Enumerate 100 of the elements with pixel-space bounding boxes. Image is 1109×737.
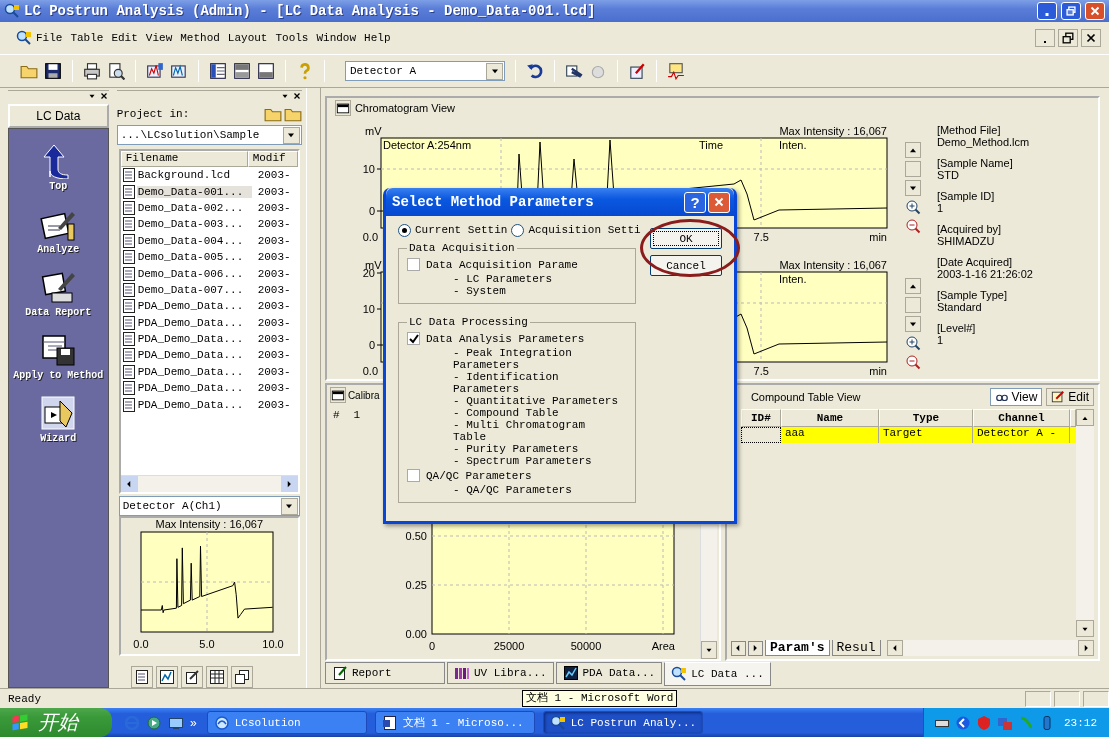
zoom-in-icon[interactable] (904, 199, 921, 215)
scroll-up-button[interactable] (904, 278, 921, 294)
menu-item[interactable]: Table (66, 30, 108, 46)
close-icon[interactable] (98, 91, 109, 101)
channel-dropdown[interactable]: Detector A(Ch1) (118, 496, 300, 516)
file-name[interactable]: Demo_Data-002... (136, 201, 252, 214)
file-name[interactable]: Demo_Data-003... (136, 218, 252, 231)
project-path-dropdown[interactable]: ...\LCsolution\Sample (116, 125, 302, 145)
layout-icon[interactable] (209, 62, 227, 80)
taskbar-button[interactable]: LCsolution (206, 711, 367, 734)
window-icon[interactable] (334, 100, 351, 116)
table-tab-icon[interactable] (205, 666, 228, 688)
undo-icon[interactable] (526, 62, 544, 80)
horizontal-scrollbar[interactable] (120, 475, 298, 493)
ok-button[interactable]: OK (650, 228, 722, 249)
close-icon[interactable] (291, 91, 302, 101)
chart-icon[interactable] (170, 62, 188, 80)
scroll-up-button[interactable] (904, 142, 921, 158)
file-name[interactable]: PDA_Demo_Data... (136, 316, 252, 329)
radio-button[interactable] (511, 223, 525, 237)
printer-icon[interactable] (83, 62, 101, 80)
menu-item[interactable]: Tools (271, 30, 313, 46)
document-tab[interactable]: PDA Data... (555, 662, 663, 684)
chart-tab-icon[interactable] (155, 666, 178, 688)
file-name[interactable]: PDA_Demo_Data... (136, 349, 252, 362)
view-button[interactable]: View (989, 388, 1043, 406)
restore-button[interactable] (1058, 29, 1078, 47)
column-header[interactable]: Name (780, 409, 879, 427)
table-row[interactable]: aaa Target Detector A - (780, 427, 1076, 443)
zoom-out-icon[interactable] (904, 354, 921, 370)
tray-icon[interactable] (955, 714, 971, 731)
layout-icon[interactable] (257, 62, 275, 80)
file-name[interactable]: PDA_Demo_Data... (136, 398, 252, 411)
sheet-next-button[interactable] (747, 640, 763, 656)
sheet-tab[interactable]: Resul (831, 640, 881, 656)
file-name[interactable]: Demo_Data-001... (136, 185, 252, 198)
panel-header[interactable]: LC Data (8, 104, 109, 128)
menu-item[interactable]: Edit (107, 30, 142, 46)
column-header[interactable]: Modif (247, 151, 298, 167)
menu-item[interactable]: View (141, 30, 177, 46)
menu-item[interactable]: File (32, 30, 67, 46)
nav-button[interactable]: Apply to Method (10, 332, 107, 381)
column-header[interactable]: Filename (120, 151, 248, 167)
nav-button[interactable]: Data Report (10, 269, 107, 318)
edit-tool-icon[interactable] (628, 62, 646, 80)
chart-icon[interactable] (146, 62, 164, 80)
checkbox-label[interactable]: Data Analysis Parameters (426, 332, 585, 345)
file-name[interactable]: PDA_Demo_Data... (136, 382, 252, 395)
file-name[interactable]: Demo_Data-005... (136, 251, 252, 264)
edit-tab-icon[interactable] (180, 666, 203, 688)
menu-item[interactable]: Window (312, 30, 361, 46)
checkbox[interactable] (407, 258, 420, 271)
layout-icon[interactable] (233, 62, 251, 80)
edit-button[interactable]: Edit (1046, 388, 1094, 406)
nav-button[interactable]: Top (10, 143, 107, 192)
vertical-scrollbar[interactable] (1076, 409, 1094, 637)
print-preview-icon[interactable] (107, 62, 125, 80)
copy-tab-icon[interactable] (230, 666, 253, 688)
column-header[interactable]: ID# (740, 409, 781, 427)
menu-item[interactable]: Method (176, 30, 224, 46)
scroll-down-button[interactable] (904, 180, 921, 196)
more-chevron[interactable]: » (190, 715, 197, 730)
detector-dropdown[interactable]: Detector A (345, 61, 505, 81)
zoom-in-icon[interactable] (904, 335, 921, 351)
checkbox[interactable] (407, 332, 420, 345)
scroll-down-button[interactable] (904, 316, 921, 332)
checkbox[interactable] (407, 469, 420, 482)
checkbox-label[interactable]: QA/QC Parameters (426, 469, 532, 482)
column-header[interactable]: Type (878, 409, 973, 427)
document-tool-icon[interactable] (565, 62, 583, 80)
menu-item[interactable]: Help (360, 30, 395, 46)
file-name[interactable]: PDA_Demo_Data... (136, 300, 252, 313)
taskbar-button[interactable]: 文档 1 - Microso... (374, 711, 535, 734)
focus-cell[interactable] (740, 427, 781, 443)
column-header[interactable]: Channel (972, 409, 1070, 427)
start-button[interactable]: 开始 (0, 708, 112, 737)
sheet-prev-button[interactable] (730, 640, 746, 656)
radio-button[interactable] (398, 223, 411, 237)
file-name[interactable]: Demo_Data-004... (136, 234, 252, 247)
scroll-thumb[interactable] (904, 297, 921, 313)
document-tab[interactable]: UV Libra... (446, 662, 554, 684)
data-tab-icon[interactable] (130, 666, 153, 688)
nav-button[interactable]: Analyze (10, 206, 107, 255)
window-icon[interactable] (329, 387, 346, 403)
document-tab[interactable]: LC Data ... (664, 662, 771, 686)
file-name[interactable]: Demo_Data-006... (136, 267, 252, 280)
radio-label[interactable]: Acquisition Setti (528, 224, 641, 236)
radio-label[interactable]: Current Settin (415, 224, 508, 236)
checkbox-label[interactable]: Data Acquisition Parame (426, 258, 578, 271)
file-name[interactable]: PDA_Demo_Data... (136, 333, 252, 346)
nav-button[interactable]: Wizard (10, 395, 107, 444)
help-button[interactable]: ? (684, 191, 706, 213)
cancel-button[interactable]: Cancel (650, 255, 722, 276)
scroll-thumb[interactable] (904, 161, 921, 177)
taskbar-button[interactable]: LC Postrun Analy... (542, 711, 703, 734)
close-button[interactable] (1081, 29, 1101, 47)
sheet-tab[interactable]: Param's (764, 640, 830, 656)
peak-tool-icon[interactable] (667, 62, 685, 80)
file-name[interactable]: Demo_Data-007... (136, 283, 252, 296)
app-menu-icon[interactable] (16, 30, 32, 46)
